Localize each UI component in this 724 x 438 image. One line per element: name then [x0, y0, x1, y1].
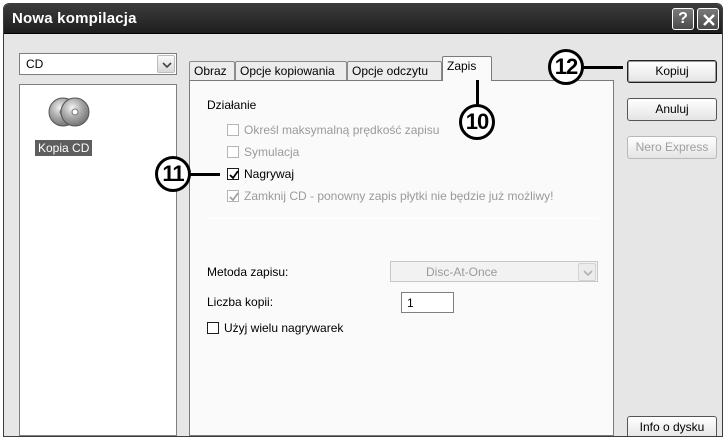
help-icon: ? [678, 10, 688, 27]
close-button[interactable] [697, 8, 719, 30]
checkmark-icon [229, 192, 239, 202]
tab-opcje-kopiowania[interactable]: Opcje kopiowania [235, 61, 347, 80]
list-item-kopia-cd[interactable]: Kopia CD [35, 140, 93, 156]
divider [206, 218, 599, 219]
callout-11-line [188, 173, 220, 176]
multi-recorder-checkbox[interactable] [207, 322, 219, 334]
window-title: Nowa kompilacja [12, 10, 137, 27]
max-speed-checkbox[interactable] [227, 124, 239, 136]
zapis-tab-panel: Działanie Określ maksymalną prędkość zap… [189, 80, 614, 436]
copies-label: Liczba kopii: [207, 295, 274, 309]
callout-10: 10 [459, 104, 495, 140]
finalize-label: Zamknij CD - ponowny zapis płytki nie bę… [244, 189, 554, 203]
simulation-label: Symulacja [244, 145, 300, 159]
compilation-list[interactable]: Kopia CD [19, 84, 177, 436]
write-method-select[interactable]: Disc-At-Once [390, 261, 598, 282]
tab-zapis[interactable]: Zapis [442, 56, 492, 81]
max-speed-label: Określ maksymalną prędkość zapisu [244, 123, 440, 137]
compilation-type-select[interactable]: CD [19, 53, 177, 75]
cd-copy-icon[interactable] [48, 94, 90, 133]
chevron-down-icon [162, 62, 172, 69]
write-method-label: Metoda zapisu: [207, 265, 289, 279]
tab-obraz[interactable]: Obraz [189, 61, 235, 80]
burn-checkbox[interactable] [227, 168, 239, 180]
group-label-dzialanie: Działanie [207, 98, 257, 112]
nero-express-button[interactable]: Nero Express [627, 136, 717, 159]
help-button[interactable]: ? [672, 8, 694, 30]
disc-info-button[interactable]: Info o dysku [627, 416, 717, 436]
cancel-button[interactable]: Anuluj [627, 98, 717, 121]
copy-button[interactable]: Kopiuj [627, 60, 717, 83]
dropdown-button[interactable] [578, 263, 596, 281]
dropdown-button[interactable] [157, 55, 175, 73]
close-icon [703, 14, 715, 26]
compilation-type-value: CD [26, 57, 44, 71]
copies-input[interactable]: 1 [401, 292, 454, 313]
checkmark-icon [229, 170, 239, 180]
copies-value: 1 [407, 296, 414, 310]
title-bar[interactable]: Nowa kompilacja ? [4, 4, 722, 34]
multi-recorder-label: Użyj wielu nagrywarek [224, 321, 344, 335]
burn-label: Nagrywaj [244, 167, 295, 181]
callout-12-line [583, 66, 623, 69]
write-method-value: Disc-At-Once [426, 265, 498, 279]
callout-12: 12 [548, 49, 584, 85]
chevron-down-icon [583, 270, 593, 277]
callout-11: 11 [155, 156, 191, 192]
simulation-checkbox[interactable] [227, 146, 239, 158]
tab-opcje-odczytu[interactable]: Opcje odczytu [347, 61, 442, 80]
finalize-checkbox[interactable] [227, 190, 239, 202]
